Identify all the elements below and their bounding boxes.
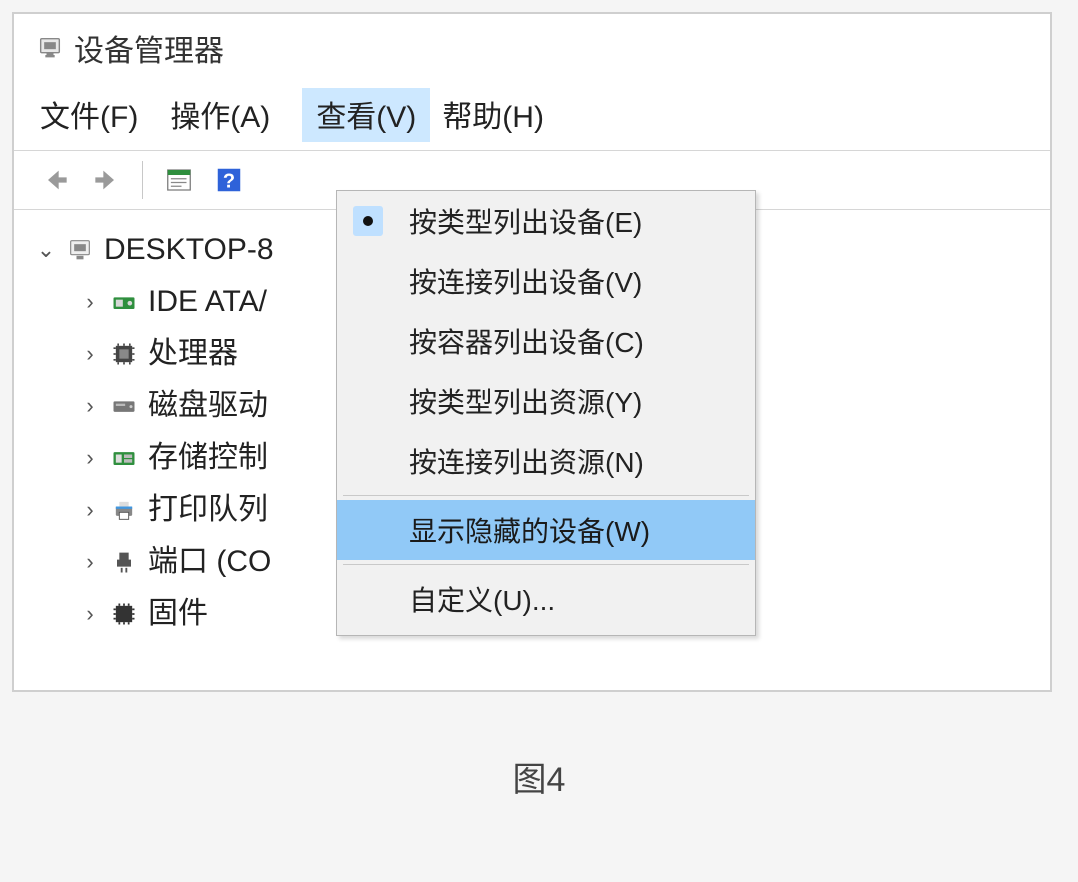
back-button[interactable] [36, 160, 76, 200]
device-manager-window: 设备管理器 文件(F) 操作(A) 查看(V) 帮助(H) ? [12, 12, 1052, 692]
svg-text:?: ? [223, 171, 235, 193]
processor-icon [108, 338, 140, 370]
printer-icon [108, 494, 140, 526]
expand-icon[interactable]: › [80, 328, 100, 380]
dd-devices-by-connection[interactable]: 按连接列出设备(V) [337, 251, 755, 311]
dd-resources-by-type[interactable]: 按类型列出资源(Y) [337, 371, 755, 431]
collapse-icon[interactable]: ⌄ [36, 224, 56, 276]
dd-label: 自定义(U)... [409, 579, 555, 619]
computer-icon [64, 234, 96, 266]
dropdown-separator [343, 564, 749, 565]
expand-icon[interactable]: › [80, 536, 100, 588]
expand-icon[interactable]: › [80, 588, 100, 640]
view-dropdown: 按类型列出设备(E) 按连接列出设备(V) 按容器列出设备(C) 按类型列出资源… [336, 190, 756, 636]
figure-caption: 图4 [12, 752, 1066, 801]
dd-resources-by-connection[interactable]: 按连接列出资源(N) [337, 431, 755, 491]
dropdown-separator [343, 495, 749, 496]
toolbar-separator [142, 161, 143, 199]
properties-button[interactable] [159, 160, 199, 200]
menu-action[interactable]: 操作(A) [170, 88, 290, 142]
expand-icon[interactable]: › [80, 432, 100, 484]
tree-item-label: 打印队列 [148, 484, 268, 536]
tree-item-label: 处理器 [148, 328, 238, 380]
port-icon [108, 546, 140, 578]
dd-customize[interactable]: 自定义(U)... [337, 569, 755, 629]
expand-icon[interactable]: › [80, 276, 100, 328]
dd-label: 显示隐藏的设备(W) [409, 510, 650, 550]
window-title: 设备管理器 [74, 26, 224, 70]
expand-icon[interactable]: › [80, 380, 100, 432]
titlebar: 设备管理器 [14, 14, 1050, 78]
menu-file[interactable]: 文件(F) [40, 88, 158, 142]
dd-label: 按连接列出资源(N) [409, 441, 644, 481]
expand-icon[interactable]: › [80, 484, 100, 536]
storage-controller-icon [108, 442, 140, 474]
tree-item-label: IDE ATA/ [148, 276, 267, 328]
dd-label: 按类型列出设备(E) [409, 201, 642, 241]
tree-item-label: 固件 [148, 588, 208, 640]
firmware-icon [108, 598, 140, 630]
tree-item-label: 存储控制 [148, 432, 268, 484]
tree-item-label: 磁盘驱动 [148, 380, 268, 432]
forward-button[interactable] [86, 160, 126, 200]
menubar: 文件(F) 操作(A) 查看(V) 帮助(H) [14, 78, 1050, 150]
ide-controller-icon [108, 286, 140, 318]
dd-label: 按连接列出设备(V) [409, 261, 642, 301]
menu-help[interactable]: 帮助(H) [442, 88, 564, 142]
dd-devices-by-container[interactable]: 按容器列出设备(C) [337, 311, 755, 371]
disk-drive-icon [108, 390, 140, 422]
dd-devices-by-type[interactable]: 按类型列出设备(E) [337, 191, 755, 251]
menu-view[interactable]: 查看(V) [302, 88, 430, 142]
radio-selected-icon [337, 191, 399, 251]
tree-item-label: 端口 (CO [148, 536, 271, 588]
dd-label: 按容器列出设备(C) [409, 321, 644, 361]
device-manager-icon [36, 34, 64, 62]
tree-root-label: DESKTOP-8 [104, 224, 274, 276]
dd-show-hidden[interactable]: 显示隐藏的设备(W) [337, 500, 755, 560]
help-button[interactable]: ? [209, 160, 249, 200]
dd-label: 按类型列出资源(Y) [409, 381, 642, 421]
